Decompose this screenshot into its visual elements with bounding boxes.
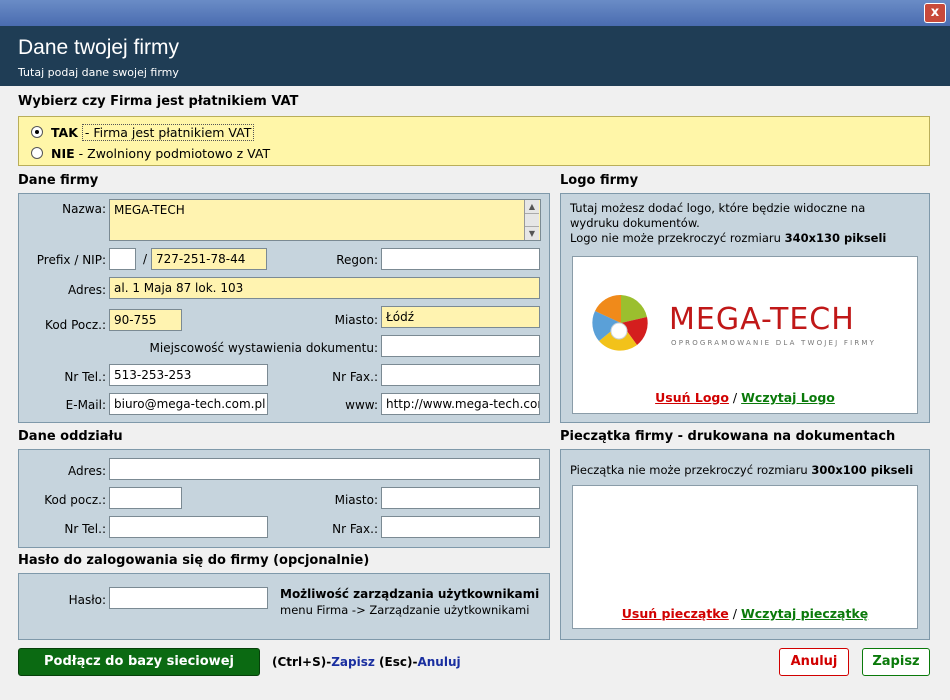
scroll-up-icon[interactable]: ▲ — [525, 200, 539, 214]
users-management-title: Możliwość zarządzania użytkownikami — [280, 587, 540, 601]
connect-network-db-button[interactable]: Podłącz do bazy sieciowej — [18, 648, 260, 676]
save-button[interactable]: Zapisz — [862, 648, 930, 676]
keyboard-shortcuts: (Ctrl+S)-Zapisz (Esc)-Anuluj — [272, 655, 461, 669]
page-title: Dane twojej firmy — [18, 36, 180, 59]
city-input[interactable]: Łódź — [381, 306, 540, 328]
shortcut-save-key: (Ctrl+S)- — [272, 655, 332, 669]
stamp-section-title: Pieczątka firmy - drukowana na dokumenta… — [560, 429, 896, 444]
load-stamp-link[interactable]: Wczytaj pieczątkę — [741, 606, 868, 621]
postal-input[interactable]: 90-755 — [109, 309, 182, 331]
remove-logo-link[interactable]: Usuń Logo — [655, 390, 729, 405]
logo-info-line1: Tutaj możesz dodać logo, które będzie wi… — [570, 201, 866, 215]
prefix-input[interactable] — [109, 248, 136, 270]
vat-option-tak[interactable]: TAK - Firma jest płatnikiem VAT — [31, 123, 255, 141]
phone-label: Nr Tel.: — [64, 370, 106, 384]
radio-unselected-icon[interactable] — [31, 147, 43, 159]
radio-selected-icon[interactable] — [31, 126, 43, 138]
password-section-title: Hasło do zalogowania się do firmy (opcjo… — [18, 553, 370, 568]
dialog-header: Dane twojej firmy Tutaj podaj dane swoje… — [0, 26, 950, 86]
logo-links-separator: / — [732, 390, 738, 405]
fax-label: Nr Fax.: — [332, 370, 378, 384]
vat-option-nie[interactable]: NIE - Zwolniony podmiotowo z VAT — [31, 144, 270, 162]
vat-option-tak-text: - Firma jest płatnikiem VAT — [81, 123, 255, 141]
regon-input[interactable] — [381, 248, 540, 270]
logo-pie-icon — [592, 294, 648, 351]
issue-place-input[interactable] — [381, 335, 540, 357]
branch-section-title: Dane oddziału — [18, 429, 123, 444]
company-section-title: Dane firmy — [18, 173, 99, 188]
postal-label: Kod Pocz.: — [45, 318, 106, 332]
prefix-nip-label: Prefix / NIP: — [36, 253, 106, 267]
stamp-preview-box: Usuń pieczątke / Wczytaj pieczątkę — [572, 485, 918, 629]
scroll-down-icon[interactable]: ▼ — [525, 226, 539, 240]
vat-option-nie-text: - Zwolniony podmiotowo z VAT — [78, 145, 271, 161]
close-button[interactable]: x — [924, 3, 946, 23]
password-input[interactable] — [109, 587, 268, 609]
nip-separator: / — [142, 252, 148, 266]
window-titlebar: x — [0, 0, 950, 26]
company-logo-image: MEGA-TECH OPROGRAMOWANIE DLA TWOJEJ FIRM… — [592, 294, 876, 351]
users-management-hint: menu Firma -> Zarządzanie użytkownikami — [280, 603, 530, 617]
shortcut-cancel-key: (Esc)- — [374, 655, 418, 669]
company-name-input[interactable]: MEGA-TECH — [109, 199, 541, 241]
address-input[interactable]: al. 1 Maja 87 lok. 103 — [109, 277, 540, 299]
page-subtitle: Tutaj podaj dane swojej firmy — [18, 66, 179, 79]
logo-info-line2: wydruku dokumentów. — [570, 216, 700, 230]
vat-section-title: Wybierz czy Firma jest płatnikiem VAT — [18, 94, 299, 109]
branch-address-input[interactable] — [109, 458, 540, 480]
load-logo-link[interactable]: Wczytaj Logo — [741, 390, 835, 405]
vat-option-tak-key: TAK — [51, 124, 78, 140]
stamp-info-size: 300x100 pikseli — [811, 463, 914, 477]
cancel-button[interactable]: Anuluj — [779, 648, 849, 676]
email-input[interactable]: biuro@mega-tech.com.pl — [109, 393, 268, 415]
password-label: Hasło: — [68, 593, 106, 607]
email-label: E-Mail: — [65, 398, 106, 412]
logo-info: Tutaj możesz dodać logo, które będzie wi… — [570, 201, 886, 246]
company-name-scrollbar[interactable]: ▲ ▼ — [524, 200, 539, 240]
www-label: www: — [345, 398, 378, 412]
company-name-label: Nazwa: — [62, 202, 106, 216]
logo-section-title: Logo firmy — [560, 173, 639, 188]
branch-city-label: Miasto: — [334, 493, 378, 507]
remove-stamp-link[interactable]: Usuń pieczątke — [622, 606, 729, 621]
nip-input[interactable]: 727-251-78-44 — [151, 248, 267, 270]
issue-place-label: Miejscowość wystawienia dokumentu: — [149, 341, 378, 355]
logo-preview-box: MEGA-TECH OPROGRAMOWANIE DLA TWOJEJ FIRM… — [572, 256, 918, 414]
phone-input[interactable]: 513-253-253 — [109, 364, 268, 386]
vat-options-box: TAK - Firma jest płatnikiem VAT NIE - Zw… — [18, 116, 930, 166]
logo-tagline-text: OPROGRAMOWANIE DLA TWOJEJ FIRMY — [671, 339, 876, 347]
vat-option-nie-key: NIE — [51, 145, 75, 161]
stamp-info-text: Pieczątka nie może przekroczyć rozmiaru — [570, 463, 808, 477]
www-input[interactable]: http://www.mega-tech.com — [381, 393, 540, 415]
branch-postal-input[interactable] — [109, 487, 182, 509]
regon-label: Regon: — [336, 253, 378, 267]
logo-info-size: 340x130 pikseli — [784, 231, 887, 245]
shortcut-save-label: Zapisz — [331, 655, 375, 669]
branch-postal-label: Kod pocz.: — [44, 493, 106, 507]
stamp-links-separator: / — [732, 606, 737, 621]
address-label: Adres: — [68, 283, 106, 297]
shortcut-cancel-label: Anuluj — [417, 655, 461, 669]
branch-fax-input[interactable] — [381, 516, 540, 538]
branch-city-input[interactable] — [381, 487, 540, 509]
stamp-info: Pieczątka nie może przekroczyć rozmiaru … — [570, 463, 913, 477]
logo-info-line3: Logo nie może przekroczyć rozmiaru — [570, 231, 781, 245]
branch-fax-label: Nr Fax.: — [332, 522, 378, 536]
branch-phone-label: Nr Tel.: — [64, 522, 106, 536]
logo-brand-text: MEGA-TECH — [669, 302, 855, 337]
city-label: Miasto: — [334, 313, 378, 327]
branch-address-label: Adres: — [68, 464, 106, 478]
branch-phone-input[interactable] — [109, 516, 268, 538]
fax-input[interactable] — [381, 364, 540, 386]
